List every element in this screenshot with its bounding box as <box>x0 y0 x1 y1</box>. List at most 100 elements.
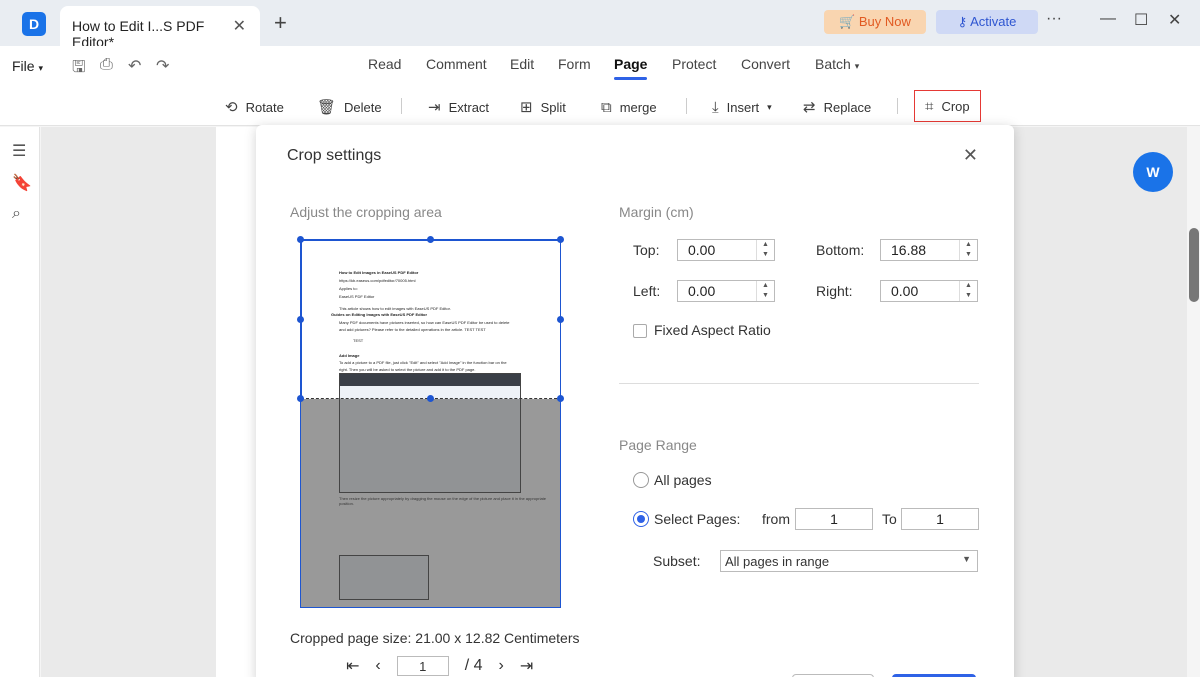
redo-icon[interactable]: ↷ <box>156 56 169 76</box>
document-tab[interactable]: How to Edit I...S PDF Editor* ✕ <box>60 6 260 50</box>
toolbar-divider <box>686 98 687 114</box>
split-icon: ⊞ <box>520 99 533 116</box>
crop-handle[interactable] <box>297 316 304 323</box>
scroll-thumb[interactable] <box>1189 228 1199 302</box>
all-pages-radio[interactable] <box>633 472 649 488</box>
app-logo-icon: D <box>22 12 46 36</box>
subset-value: All pages in range <box>725 554 830 569</box>
split-button[interactable]: ⊞ Split <box>520 94 566 120</box>
vertical-scrollbar[interactable] <box>1188 127 1200 677</box>
spinner-icon[interactable]: ▲ ▼ <box>756 240 774 260</box>
insert-button[interactable]: ⤓ Insert ▾ <box>712 94 772 120</box>
from-page-input[interactable]: 1 <box>795 508 873 530</box>
more-icon[interactable]: ··· <box>1046 10 1062 28</box>
replace-button[interactable]: ⇄ Replace <box>803 94 871 120</box>
spinner-icon[interactable]: ▲ ▼ <box>756 281 774 301</box>
spinner-icon[interactable]: ▲ ▼ <box>959 281 977 301</box>
all-pages-label: All pages <box>654 472 712 488</box>
cropped-page-size: Cropped page size: 21.00 x 12.82 Centime… <box>290 630 580 646</box>
bottom-margin-value: 16.88 <box>891 242 927 258</box>
chevron-down-icon: ▾ <box>854 61 860 71</box>
trash-icon: 🗑 <box>317 99 337 116</box>
menu-read[interactable]: Read <box>368 56 401 72</box>
last-page-icon[interactable]: ⇥ <box>520 656 533 676</box>
crop-handle[interactable] <box>557 395 564 402</box>
crop-button[interactable]: ⌗ Crop <box>914 90 981 122</box>
menu-convert[interactable]: Convert <box>741 56 790 72</box>
crop-handle[interactable] <box>427 236 434 243</box>
section-divider <box>619 383 979 384</box>
rotate-button[interactable]: ⟲ Rotate <box>225 94 284 120</box>
merge-label: merge <box>619 99 657 115</box>
bottom-margin-input[interactable]: 16.88 ▲ ▼ <box>880 239 978 261</box>
spinner-icon[interactable]: ▲ ▼ <box>959 240 977 260</box>
left-margin-value: 0.00 <box>688 283 716 299</box>
chevron-down-icon: ▾ <box>767 101 772 112</box>
crop-preview[interactable]: How to Edit Images in EaseUS PDF Editor … <box>300 239 561 608</box>
extract-label: Extract <box>448 99 490 115</box>
fixed-aspect-checkbox[interactable] <box>633 324 647 338</box>
fixed-aspect-label: Fixed Aspect Ratio <box>654 322 771 338</box>
file-menu-label: File <box>12 58 35 74</box>
buy-now-button[interactable]: 🛒 Buy Now <box>824 10 926 34</box>
crop-selection-box[interactable] <box>301 240 560 399</box>
crop-handle[interactable] <box>297 395 304 402</box>
extract-button[interactable]: ⇥ Extract <box>428 94 489 120</box>
crop-handle[interactable] <box>557 316 564 323</box>
menu-page[interactable]: Page <box>614 56 648 80</box>
page-navigator: ⇤ ‹ 1 / 4 › ⇥ <box>346 655 533 677</box>
page-range-title: Page Range <box>619 437 697 453</box>
page-number-input[interactable]: 1 <box>396 656 449 676</box>
previous-page-icon[interactable]: ‹ <box>375 657 380 675</box>
subset-select[interactable]: All pages in range ▼ <box>720 550 978 572</box>
next-page-icon[interactable]: › <box>499 657 504 675</box>
close-icon[interactable]: ✕ <box>233 16 246 36</box>
menu-form[interactable]: Form <box>558 56 591 72</box>
rotate-label: Rotate <box>245 99 284 115</box>
insert-icon: ⤓ <box>712 98 719 116</box>
undo-icon[interactable]: ↶ <box>128 56 141 76</box>
menu-protect[interactable]: Protect <box>672 56 716 72</box>
window-close-icon[interactable]: ✕ <box>1168 10 1181 30</box>
crop-handle[interactable] <box>557 236 564 243</box>
crop-handle[interactable] <box>427 395 434 402</box>
rotate-icon: ⟲ <box>225 99 238 116</box>
maximize-icon[interactable]: ☐ <box>1134 10 1148 30</box>
to-page-input[interactable]: 1 <box>901 508 979 530</box>
bookmark-icon[interactable]: 🔖 <box>12 173 32 193</box>
convert-to-word-icon[interactable]: W <box>1133 152 1173 192</box>
crop-settings-dialog: Crop settings ✕ Adjust the cropping area… <box>256 125 1014 677</box>
menu-batch[interactable]: Batch ▾ <box>815 56 859 72</box>
top-margin-input[interactable]: 0.00 ▲ ▼ <box>677 239 775 261</box>
menu-edit[interactable]: Edit <box>510 56 534 72</box>
search-icon[interactable]: ⌕ <box>12 205 21 223</box>
plus-icon[interactable]: + <box>274 10 287 36</box>
activate-button[interactable]: ⚷ Activate <box>936 10 1038 34</box>
minimize-icon[interactable]: — <box>1100 10 1116 28</box>
thumbnails-icon[interactable]: ☰ <box>12 141 26 161</box>
replace-icon: ⇄ <box>803 99 816 116</box>
right-margin-input[interactable]: 0.00 ▲ ▼ <box>880 280 978 302</box>
print-icon[interactable]: ⎙ <box>100 56 113 74</box>
menu-batch-label: Batch <box>815 56 851 72</box>
right-margin-value: 0.00 <box>891 283 919 299</box>
to-label: To <box>882 511 897 527</box>
left-margin-input[interactable]: 0.00 ▲ ▼ <box>677 280 775 302</box>
buy-now-label: Buy Now <box>858 14 911 29</box>
menu-bar: File ▾ 🖫 ⎙ ↶ ↷ Read Comment Edit Form Pa… <box>0 46 1200 86</box>
insert-label: Insert <box>726 99 760 115</box>
select-pages-label: Select Pages: <box>654 511 741 527</box>
select-pages-radio[interactable] <box>633 511 649 527</box>
top-label: Top: <box>633 242 660 258</box>
menu-comment[interactable]: Comment <box>426 56 487 72</box>
top-margin-value: 0.00 <box>688 242 716 258</box>
crop-handle[interactable] <box>297 236 304 243</box>
replace-label: Replace <box>823 99 872 115</box>
close-icon[interactable]: ✕ <box>963 145 978 166</box>
save-icon[interactable]: 🖫 <box>72 56 86 83</box>
chevron-down-icon: ▼ <box>962 554 971 564</box>
first-page-icon[interactable]: ⇤ <box>346 656 359 676</box>
merge-button[interactable]: ⧉ merge <box>601 94 657 120</box>
file-menu[interactable]: File ▾ <box>12 58 43 74</box>
delete-button[interactable]: 🗑 Delete <box>317 94 382 120</box>
